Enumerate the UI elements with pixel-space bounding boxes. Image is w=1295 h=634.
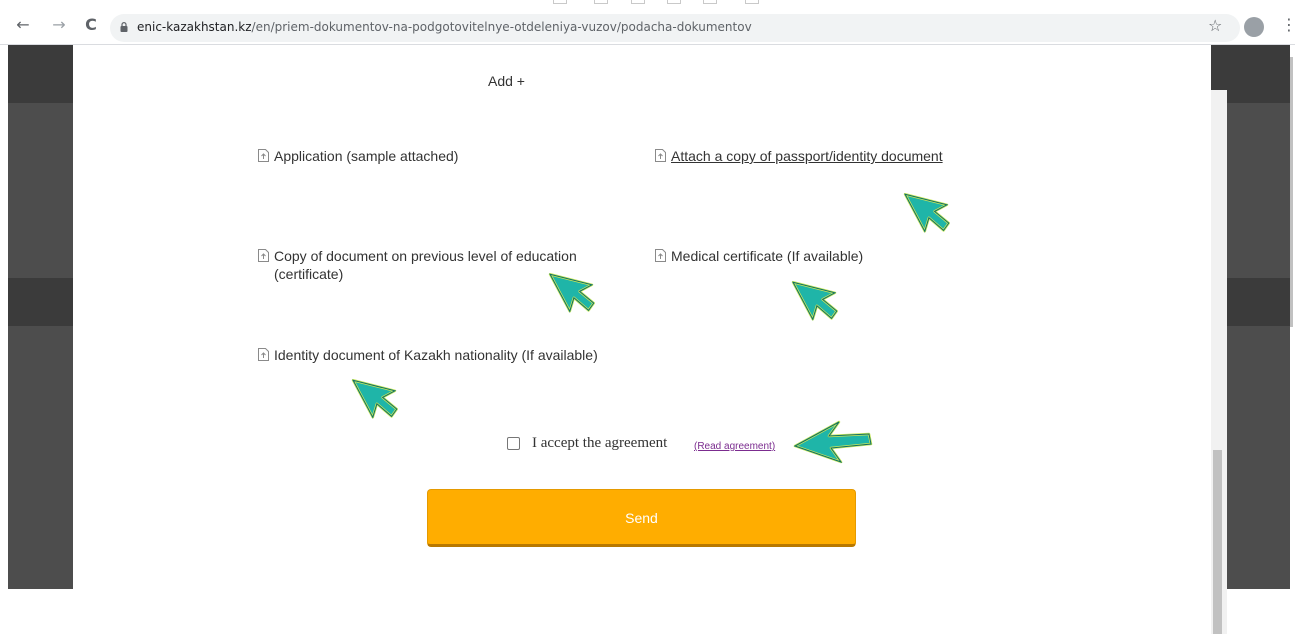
lock-icon — [120, 22, 128, 32]
upload-label: Copy of document on previous level of ed… — [274, 248, 577, 282]
agreement-label[interactable]: I accept the agreement — [532, 435, 667, 452]
upload-passport[interactable]: Attach a copy of passport/identity docum… — [655, 147, 1015, 165]
upload-label: Identity document of Kazakh nationality … — [274, 347, 598, 363]
partial-input[interactable] — [667, 0, 681, 4]
partial-input[interactable] — [553, 0, 567, 4]
partial-input[interactable] — [631, 0, 645, 4]
partial-input[interactable] — [594, 0, 608, 4]
file-upload-icon — [655, 149, 666, 162]
agreement-checkbox[interactable] — [507, 437, 520, 450]
bookmark-star-icon[interactable]: ☆ — [1208, 17, 1222, 35]
panel-scrollbar-thumb[interactable] — [1213, 450, 1222, 634]
read-agreement-link[interactable]: (Read agreement) — [694, 441, 775, 452]
url-path: /en/priem-dokumentov-na-podgotovitelnye-… — [251, 20, 752, 34]
browser-menu-icon[interactable]: ⋮ — [1281, 16, 1295, 34]
send-button[interactable]: Send — [427, 489, 856, 547]
upload-medical-certificate[interactable]: Medical certificate (If available) — [655, 247, 1015, 265]
file-upload-icon — [655, 249, 666, 262]
page-left-edge — [0, 45, 8, 589]
reload-icon[interactable]: C — [82, 16, 100, 34]
page-scrollbar-thumb[interactable] — [1290, 57, 1293, 327]
panel-scrollbar[interactable] — [1211, 90, 1227, 634]
url-text[interactable]: enic-kazakhstan.kz/en/priem-dokumentov-n… — [137, 20, 752, 34]
url-host: enic-kazakhstan.kz — [137, 20, 252, 34]
file-upload-icon — [258, 249, 269, 262]
upload-application[interactable]: Application (sample attached) — [258, 147, 618, 165]
file-upload-icon — [258, 149, 269, 162]
upload-label: Application (sample attached) — [274, 148, 459, 164]
add-button[interactable]: Add + — [488, 73, 525, 89]
page-scrollbar[interactable] — [1290, 45, 1295, 589]
profile-avatar[interactable] — [1244, 17, 1264, 37]
back-icon[interactable]: ← — [14, 16, 32, 34]
upload-kazakh-nationality-document[interactable]: Identity document of Kazakh nationality … — [258, 346, 678, 364]
upload-education-certificate[interactable]: Copy of document on previous level of ed… — [258, 247, 618, 283]
browser-toolbar: ← → C enic-kazakhstan.kz/en/priem-dokume… — [0, 0, 1295, 45]
partial-input[interactable] — [703, 0, 717, 4]
upload-label: Attach a copy of passport/identity docum… — [671, 148, 943, 164]
partial-input[interactable] — [745, 0, 759, 4]
file-upload-icon — [258, 348, 269, 361]
address-bar[interactable]: enic-kazakhstan.kz/en/priem-dokumentov-n… — [110, 14, 1240, 42]
forward-icon[interactable]: → — [50, 16, 68, 34]
upload-label: Medical certificate (If available) — [671, 248, 864, 264]
